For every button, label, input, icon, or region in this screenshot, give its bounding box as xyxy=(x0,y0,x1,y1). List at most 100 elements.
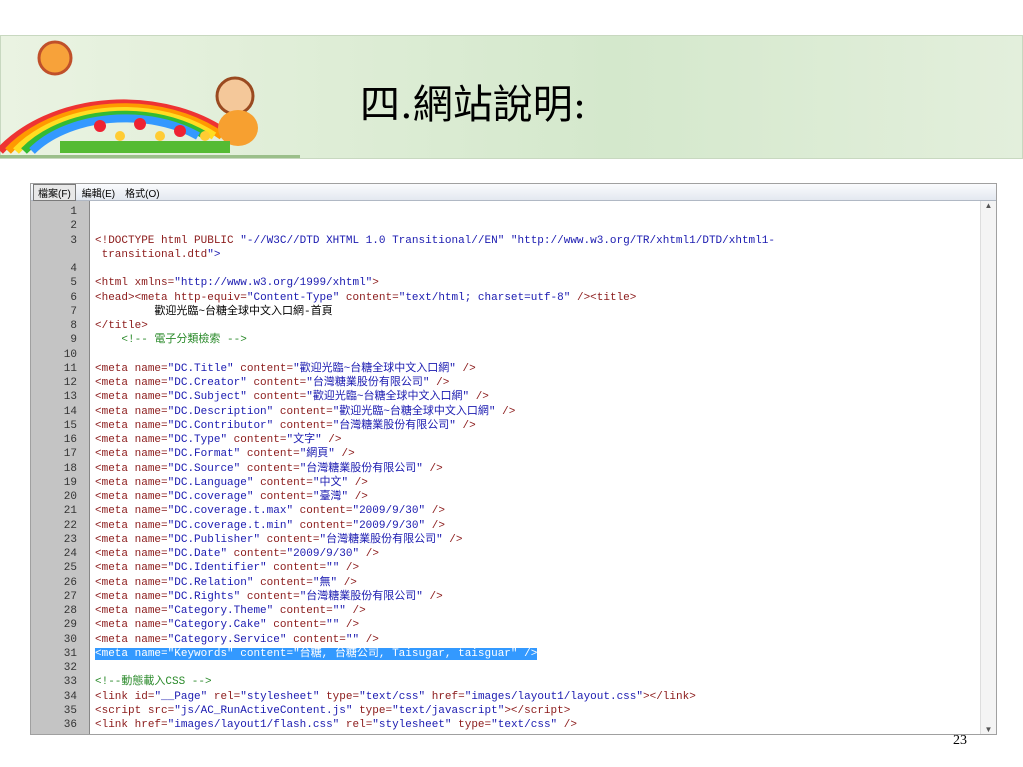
code-line[interactable]: 23 <meta name="DC.Publisher" content="台灣糖… xyxy=(64,533,980,547)
menu-bar: 檔案(F) 編輯(E) 格式(O) xyxy=(31,184,996,201)
line-number: 29 xyxy=(63,619,77,632)
code-text: <meta name="DC.Creator" content="台灣糖業股份有… xyxy=(95,377,450,389)
line-number: 15 xyxy=(63,419,77,432)
code-line[interactable]: 32 xyxy=(64,661,980,675)
code-text: <meta name="Category.Service" content=""… xyxy=(95,633,379,646)
code-text: <meta name="DC.Contributor" content="台灣糖… xyxy=(95,419,476,432)
line-number: 24 xyxy=(63,548,77,560)
code-line[interactable]: transitional.dtd"> xyxy=(95,248,980,262)
line-number: 10 xyxy=(63,348,77,361)
line-number: 12 xyxy=(63,377,77,389)
vertical-scrollbar[interactable]: ▲ ▼ xyxy=(980,201,996,734)
line-number: 34 xyxy=(63,690,77,703)
menu-format[interactable]: 格式(O) xyxy=(121,185,163,200)
code-line[interactable]: 10 xyxy=(64,348,980,362)
menu-file[interactable]: 檔案(F) xyxy=(33,184,76,201)
code-line[interactable]: 6 <head><meta http-equiv="Content-Type" c… xyxy=(70,291,980,305)
code-line[interactable]: 26 <meta name="DC.Relation" content="無" /… xyxy=(64,576,980,590)
line-number: 26 xyxy=(63,576,77,589)
code-text: <meta name="DC.coverage.t.min" content="… xyxy=(95,519,445,532)
code-line[interactable]: 7 歡迎光臨~台糖全球中文入口網-首頁 xyxy=(70,305,980,319)
code-line[interactable]: 4 xyxy=(70,262,980,276)
code-line[interactable]: 12 <meta name="DC.Creator" content="台灣糖業股… xyxy=(64,376,980,390)
line-number: 23 xyxy=(63,533,77,546)
code-text: <meta name="DC.Format" content="網頁" /> xyxy=(95,448,355,461)
code-area[interactable]: 1 2 3 <!DOCTYPE html PUBLIC "-//W3C//DTD XH… xyxy=(64,205,980,732)
code-text: transitional.dtd"> xyxy=(95,248,221,261)
code-line[interactable]: 5 <html xmlns="http://www.w3.org/1999/xht… xyxy=(70,276,980,290)
code-line[interactable]: 27 <meta name="DC.Rights" content="台灣糖業股份… xyxy=(64,590,980,604)
code-line[interactable]: 9 <!-- 電子分類檢索 --> xyxy=(70,333,980,347)
line-number: 18 xyxy=(63,462,77,475)
code-line[interactable]: 34 <link id="__Page" rel="stylesheet" typ… xyxy=(64,690,980,704)
code-line[interactable]: 29 <meta name="Category.Cake" content="" … xyxy=(64,618,980,632)
code-text: <meta name="Category.Cake" content="" /> xyxy=(95,619,360,632)
code-line[interactable]: 25 <meta name="DC.Identifier" content="" … xyxy=(64,561,980,575)
line-number: 27 xyxy=(63,590,77,603)
scroll-up-arrow-icon[interactable]: ▲ xyxy=(981,201,996,210)
line-number: 20 xyxy=(63,491,77,503)
line-number: 5 xyxy=(70,277,77,290)
code-text: <meta name="DC.Publisher" content="台灣糖業股… xyxy=(95,533,463,546)
code-line[interactable]: 21 <meta name="DC.coverage.t.max" content… xyxy=(64,504,980,518)
code-text: <script src="js/AC_RunActiveContent.js" … xyxy=(95,704,571,717)
code-text: <meta name="DC.Identifier" content="" /> xyxy=(95,562,360,575)
page-number: 23 xyxy=(953,733,967,748)
code-text: </title> xyxy=(95,320,148,332)
line-number: 11 xyxy=(63,362,77,375)
line-number: 28 xyxy=(63,605,77,617)
code-line[interactable]: 3 <!DOCTYPE html PUBLIC "-//W3C//DTD XHTM… xyxy=(70,234,980,248)
code-line[interactable]: 19 <meta name="DC.Language" content="中文" … xyxy=(64,476,980,490)
code-text: <meta name="Keywords" content="台糖, 台糖公司,… xyxy=(95,647,538,660)
code-line[interactable]: 24 <meta name="DC.Date" content="2009/9/3… xyxy=(64,547,980,561)
line-number: 19 xyxy=(63,476,77,489)
code-text: <meta name="Category.Theme" content="" /… xyxy=(95,605,366,617)
line-number: 1 xyxy=(70,206,77,218)
code-line[interactable]: 1 xyxy=(70,205,980,219)
code-line[interactable]: 15 <meta name="DC.Contributor" content="台… xyxy=(64,419,980,433)
line-number: 30 xyxy=(63,633,77,646)
line-number: 33 xyxy=(63,676,77,689)
code-line[interactable]: 8 </title> xyxy=(70,319,980,333)
line-number: 25 xyxy=(63,562,77,575)
code-line[interactable]: 31 <meta name="Keywords" content="台糖, 台糖公… xyxy=(64,647,980,661)
code-line[interactable]: 33 <!--動態載入CSS --> xyxy=(64,675,980,689)
code-text: <meta name="DC.Type" content="文字" /> xyxy=(95,434,342,446)
code-line[interactable]: 30 <meta name="Category.Service" content=… xyxy=(64,633,980,647)
code-line[interactable]: 35 <script src="js/AC_RunActiveContent.js… xyxy=(64,704,980,718)
line-number: 8 xyxy=(70,320,77,332)
code-line[interactable]: 18 <meta name="DC.Source" content="台灣糖業股份… xyxy=(64,462,980,476)
line-number: 17 xyxy=(63,448,77,461)
code-line[interactable]: 28 <meta name="Category.Theme" content=""… xyxy=(64,604,980,618)
code-line[interactable]: 16 <meta name="DC.Type" content="文字" /> xyxy=(64,433,980,447)
menu-edit[interactable]: 編輯(E) xyxy=(78,185,119,200)
code-line[interactable]: 14 <meta name="DC.Description" content="歡… xyxy=(64,405,980,419)
code-text: <!--動態載入CSS --> xyxy=(95,676,212,689)
code-line[interactable]: 2 xyxy=(70,219,980,233)
line-number: 14 xyxy=(63,405,77,418)
code-text: <meta name="DC.coverage" content="臺灣" /> xyxy=(95,491,368,503)
code-text: <!-- 電子分類檢索 --> xyxy=(95,334,247,347)
line-number: 32 xyxy=(63,662,77,674)
line-number: 3 xyxy=(70,234,77,247)
line-number: 4 xyxy=(70,263,77,275)
code-text: <link href="images/layout1/flash.css" re… xyxy=(95,719,577,731)
line-number: 13 xyxy=(63,391,77,404)
line-number: 31 xyxy=(63,647,77,660)
code-editor-window: 檔案(F) 編輯(E) 格式(O) 1 2 3 <!DOCTYPE html PUBL… xyxy=(30,183,997,735)
code-line[interactable]: 11 <meta name="DC.Title" content="歡迎光臨~台糖… xyxy=(64,362,980,376)
line-number: 36 xyxy=(63,719,77,731)
scroll-down-arrow-icon[interactable]: ▼ xyxy=(981,725,996,734)
code-line[interactable]: 17 <meta name="DC.Format" content="網頁" /> xyxy=(64,447,980,461)
code-line[interactable]: 36 <link href="images/layout1/flash.css" … xyxy=(64,718,980,732)
line-number: 6 xyxy=(70,291,77,304)
line-number: 2 xyxy=(70,220,77,233)
code-text: <meta name="DC.Date" content="2009/9/30"… xyxy=(95,548,379,560)
code-line[interactable]: 22 <meta name="DC.coverage.t.min" content… xyxy=(64,519,980,533)
rainbow-flowers-illustration xyxy=(0,40,258,154)
code-text: <meta name="DC.Description" content="歡迎光… xyxy=(95,405,516,418)
code-line[interactable]: 13 <meta name="DC.Subject" content="歡迎光臨~… xyxy=(64,390,980,404)
code-line[interactable]: 20 <meta name="DC.coverage" content="臺灣" … xyxy=(64,490,980,504)
code-text: <meta name="DC.Title" content="歡迎光臨~台糖全球… xyxy=(95,362,476,375)
code-text: <meta name="DC.Subject" content="歡迎光臨~台糖… xyxy=(95,391,489,404)
